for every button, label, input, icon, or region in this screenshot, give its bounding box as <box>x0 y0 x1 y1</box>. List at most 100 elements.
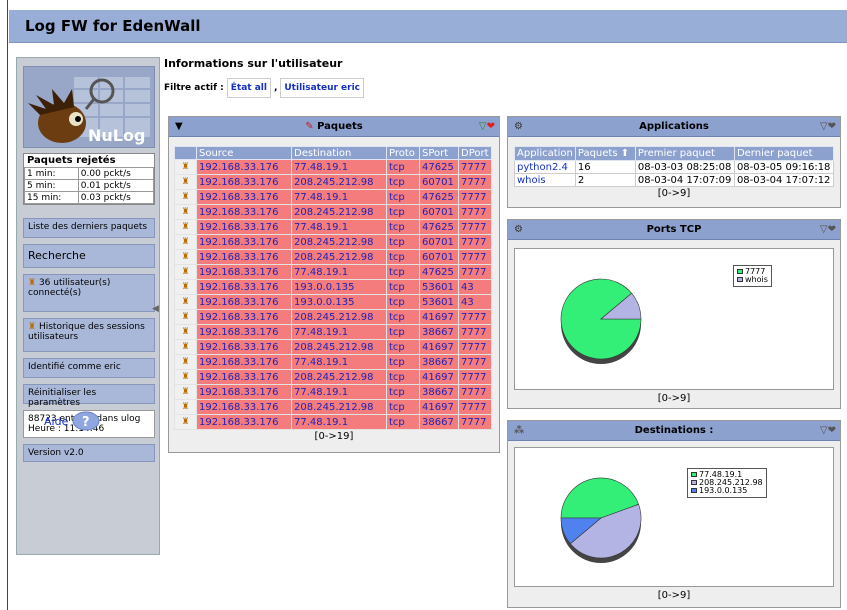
table-cell[interactable]: 208.245.212.98 <box>291 249 387 265</box>
table-cell[interactable]: 7777 <box>458 369 492 385</box>
app-name-link[interactable]: whois <box>514 173 576 187</box>
table-cell[interactable]: 77.48.19.1 <box>291 384 387 400</box>
table-cell[interactable]: 208.245.212.98 <box>291 234 387 250</box>
help-link[interactable]: Aide ? <box>44 411 100 431</box>
column-header[interactable]: Application <box>514 146 576 161</box>
favorite-icon[interactable]: ❤ <box>828 121 836 132</box>
table-cell[interactable]: 208.245.212.98 <box>291 369 387 385</box>
table-cell[interactable]: tcp <box>386 174 420 190</box>
table-cell[interactable]: 193.0.0.135 <box>291 279 387 295</box>
table-cell[interactable]: 47625 <box>419 264 459 280</box>
packet-user-icon[interactable]: ♜ <box>174 339 197 355</box>
table-cell[interactable]: 193.0.0.135 <box>291 294 387 310</box>
collapse-sidebar-icon[interactable]: ◀ <box>152 304 159 314</box>
packet-user-icon[interactable]: ♜ <box>174 294 197 310</box>
table-cell[interactable]: tcp <box>386 339 420 355</box>
filter-icon[interactable]: ▽ <box>479 121 487 132</box>
table-cell[interactable]: 7777 <box>458 354 492 370</box>
table-cell[interactable]: 208.245.212.98 <box>291 339 387 355</box>
column-header[interactable]: SPort <box>419 146 459 160</box>
table-cell[interactable]: 7777 <box>458 264 492 280</box>
table-cell[interactable]: 7777 <box>458 384 492 400</box>
table-row[interactable]: ♜ 192.168.33.176 77.48.19.1 tcp 38667 7777 <box>174 414 492 430</box>
table-cell[interactable]: 41697 <box>419 309 459 325</box>
packet-user-icon[interactable]: ♜ <box>174 354 197 370</box>
packet-user-icon[interactable]: ♜ <box>174 189 197 205</box>
table-cell[interactable]: 192.168.33.176 <box>196 234 292 250</box>
table-cell[interactable]: 192.168.33.176 <box>196 339 292 355</box>
table-row[interactable]: ♜ 192.168.33.176 208.245.212.98 tcp 41697 777… <box>174 399 492 415</box>
table-cell[interactable]: 38667 <box>419 384 459 400</box>
table-row[interactable]: ♜ 192.168.33.176 208.245.212.98 tcp 60701 777… <box>174 234 492 250</box>
table-cell[interactable]: 38667 <box>419 414 459 430</box>
table-cell[interactable]: 192.168.33.176 <box>196 264 292 280</box>
table-cell[interactable]: 192.168.33.176 <box>196 354 292 370</box>
column-header[interactable]: Destination <box>291 146 387 160</box>
table-cell[interactable]: 7777 <box>458 174 492 190</box>
packet-user-icon[interactable]: ♜ <box>174 249 197 265</box>
table-cell[interactable]: tcp <box>386 384 420 400</box>
table-cell[interactable]: 77.48.19.1 <box>291 324 387 340</box>
table-cell[interactable]: 208.245.212.98 <box>291 309 387 325</box>
table-cell[interactable]: 53601 <box>419 294 459 310</box>
packet-user-icon[interactable]: ♜ <box>174 309 197 325</box>
packet-user-icon[interactable]: ♜ <box>174 234 197 250</box>
table-row[interactable]: ♜ 192.168.33.176 193.0.0.135 tcp 53601 43 <box>174 279 492 295</box>
table-cell[interactable]: 7777 <box>458 234 492 250</box>
table-cell[interactable]: tcp <box>386 204 420 220</box>
identified-as[interactable]: Identifié comme eric <box>23 358 155 378</box>
table-cell[interactable]: 208.245.212.98 <box>291 204 387 220</box>
table-cell[interactable]: tcp <box>386 234 420 250</box>
column-header[interactable]: Proto <box>386 146 420 160</box>
table-cell[interactable]: 7777 <box>458 219 492 235</box>
table-cell[interactable]: 7777 <box>458 309 492 325</box>
reset-params-link[interactable]: Réinitialiser les paramètres <box>23 384 155 408</box>
table-cell[interactable]: 192.168.33.176 <box>196 189 292 205</box>
filter-state-chip[interactable]: État all <box>226 78 271 98</box>
table-row[interactable]: ♜ 192.168.33.176 193.0.0.135 tcp 53601 43 <box>174 294 492 310</box>
favorite-icon[interactable]: ❤ <box>487 121 495 132</box>
packets-pager[interactable]: [0->19] <box>169 430 499 444</box>
table-cell[interactable]: 192.168.33.176 <box>196 384 292 400</box>
table-cell[interactable]: 7777 <box>458 399 492 415</box>
packet-user-icon[interactable]: ♜ <box>174 204 197 220</box>
table-row[interactable]: ♜ 192.168.33.176 208.245.212.98 tcp 60701 777… <box>174 204 492 220</box>
column-header[interactable]: Dernier paquet <box>733 146 835 161</box>
column-header[interactable]: Paquets ⬆ <box>574 146 636 161</box>
packet-user-icon[interactable]: ♜ <box>174 399 197 415</box>
column-header[interactable]: Source <box>196 146 292 160</box>
session-history-link[interactable]: ♜ Historique des sessions utilisateurs <box>23 318 155 352</box>
table-cell[interactable]: 192.168.33.176 <box>196 369 292 385</box>
table-cell[interactable]: 47625 <box>419 189 459 205</box>
table-cell[interactable]: 7777 <box>458 204 492 220</box>
table-cell[interactable]: 60701 <box>419 174 459 190</box>
packet-user-icon[interactable]: ♜ <box>174 264 197 280</box>
table-cell[interactable]: 77.48.19.1 <box>291 189 387 205</box>
table-row[interactable]: ♜ 192.168.33.176 77.48.19.1 tcp 47625 7777 <box>174 264 492 280</box>
table-cell[interactable]: 77.48.19.1 <box>291 414 387 430</box>
table-cell[interactable]: 77.48.19.1 <box>291 219 387 235</box>
table-cell[interactable]: 192.168.33.176 <box>196 414 292 430</box>
table-cell[interactable]: 41697 <box>419 399 459 415</box>
connected-users-link[interactable]: ♜ 36 utilisateur(s) connecté(s) <box>23 274 155 312</box>
table-cell[interactable]: 192.168.33.176 <box>196 219 292 235</box>
table-cell[interactable]: tcp <box>386 189 420 205</box>
table-cell[interactable]: 7777 <box>458 189 492 205</box>
favorite-icon[interactable]: ❤ <box>828 224 836 235</box>
table-cell[interactable]: 38667 <box>419 354 459 370</box>
table-row[interactable]: ♜ 192.168.33.176 208.245.212.98 tcp 41697 777… <box>174 309 492 325</box>
table-cell[interactable]: 77.48.19.1 <box>291 159 387 175</box>
destinations-pager[interactable]: [0->9] <box>508 589 840 603</box>
table-cell[interactable]: 192.168.33.176 <box>196 159 292 175</box>
table-cell[interactable]: 77.48.19.1 <box>291 354 387 370</box>
packet-user-icon[interactable]: ♜ <box>174 279 197 295</box>
table-cell[interactable]: 60701 <box>419 234 459 250</box>
table-cell[interactable]: tcp <box>386 414 420 430</box>
table-cell[interactable]: 192.168.33.176 <box>196 294 292 310</box>
table-cell[interactable]: tcp <box>386 354 420 370</box>
table-cell[interactable]: 43 <box>458 279 492 295</box>
table-cell[interactable]: tcp <box>386 294 420 310</box>
table-cell[interactable]: 47625 <box>419 159 459 175</box>
table-cell[interactable]: tcp <box>386 249 420 265</box>
filter-user-chip[interactable]: Utilisateur eric <box>280 78 365 98</box>
